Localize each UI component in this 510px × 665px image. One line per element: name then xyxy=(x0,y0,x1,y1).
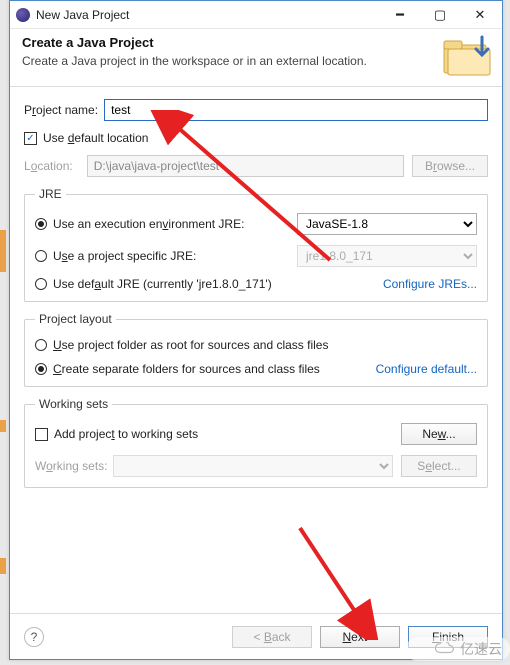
window-title: New Java Project xyxy=(36,8,380,22)
next-button[interactable]: Next > xyxy=(320,626,400,648)
add-working-sets-row: Add project to working sets New... xyxy=(35,423,477,445)
dialog-content: Project name: ✓ Use default location Loc… xyxy=(10,87,502,488)
exec-env-radio[interactable] xyxy=(35,218,47,230)
project-name-input[interactable] xyxy=(104,99,488,121)
default-location-row: ✓ Use default location xyxy=(24,131,488,145)
working-sets-label: Working sets: xyxy=(35,459,107,473)
maximize-button[interactable]: ▢ xyxy=(420,1,460,29)
new-working-set-button[interactable]: New... xyxy=(401,423,477,445)
layout-root-radio[interactable] xyxy=(35,339,47,351)
use-default-location-label: Use default location xyxy=(43,131,148,145)
project-name-row: Project name: xyxy=(24,99,488,121)
page-edge-decoration xyxy=(0,558,6,574)
specific-jre-row: Use a project specific JRE: jre1.8.0_171 xyxy=(35,245,477,267)
specific-jre-select: jre1.8.0_171 xyxy=(297,245,477,267)
wizard-folder-icon xyxy=(442,31,496,79)
layout-separate-radio[interactable] xyxy=(35,363,47,375)
add-working-sets-label: Add project to working sets xyxy=(54,427,401,441)
layout-group: Project layout Use project folder as roo… xyxy=(24,312,488,387)
working-sets-select xyxy=(113,455,393,477)
exec-env-label: Use an execution environment JRE: xyxy=(53,217,297,231)
default-jre-label: Use default JRE (currently 'jre1.8.0_171… xyxy=(53,277,383,291)
add-working-sets-checkbox[interactable] xyxy=(35,428,48,441)
exec-env-row: Use an execution environment JRE: JavaSE… xyxy=(35,213,477,235)
layout-separate-label: Create separate folders for sources and … xyxy=(53,362,376,376)
specific-jre-label: Use a project specific JRE: xyxy=(53,249,297,263)
location-label: Location: xyxy=(24,159,73,173)
working-sets-select-row: Working sets: Select... xyxy=(35,455,477,477)
location-row: Location: Browse... xyxy=(24,155,488,177)
page-edge-decoration xyxy=(0,420,6,432)
back-button: < Back xyxy=(232,626,312,648)
exec-env-select[interactable]: JavaSE-1.8 xyxy=(297,213,477,235)
use-default-location-checkbox[interactable]: ✓ xyxy=(24,132,37,145)
working-sets-group: Working sets Add project to working sets… xyxy=(24,397,488,488)
page-edge-decoration xyxy=(0,230,6,272)
jre-group: JRE Use an execution environment JRE: Ja… xyxy=(24,187,488,302)
layout-root-label: Use project folder as root for sources a… xyxy=(53,338,328,352)
project-name-label: Project name: xyxy=(24,103,98,117)
banner-heading: Create a Java Project xyxy=(22,35,490,50)
watermark: 亿速云 xyxy=(406,637,510,661)
default-jre-radio[interactable] xyxy=(35,278,47,290)
location-input xyxy=(87,155,404,177)
layout-root-row: Use project folder as root for sources a… xyxy=(35,338,477,352)
working-sets-legend: Working sets xyxy=(35,397,112,411)
select-working-sets-button: Select... xyxy=(401,455,477,477)
dialog-window: New Java Project ━ ▢ ✕ Create a Java Pro… xyxy=(9,0,503,660)
browse-button: Browse... xyxy=(412,155,488,177)
configure-jres-link[interactable]: Configure JREs... xyxy=(383,277,477,291)
jre-legend: JRE xyxy=(35,187,66,201)
specific-jre-radio[interactable] xyxy=(35,250,47,262)
window-controls: ━ ▢ ✕ xyxy=(380,1,500,29)
configure-default-link[interactable]: Configure default... xyxy=(376,362,477,376)
layout-legend: Project layout xyxy=(35,312,116,326)
minimize-button[interactable]: ━ xyxy=(380,1,420,29)
banner-subtitle: Create a Java project in the workspace o… xyxy=(22,54,490,68)
default-jre-row: Use default JRE (currently 'jre1.8.0_171… xyxy=(35,277,477,291)
eclipse-icon xyxy=(16,8,30,22)
wizard-banner: Create a Java Project Create a Java proj… xyxy=(10,29,502,87)
help-button[interactable]: ? xyxy=(24,627,44,647)
title-bar: New Java Project ━ ▢ ✕ xyxy=(10,1,502,29)
close-button[interactable]: ✕ xyxy=(460,1,500,29)
layout-separate-row: Create separate folders for sources and … xyxy=(35,362,477,376)
